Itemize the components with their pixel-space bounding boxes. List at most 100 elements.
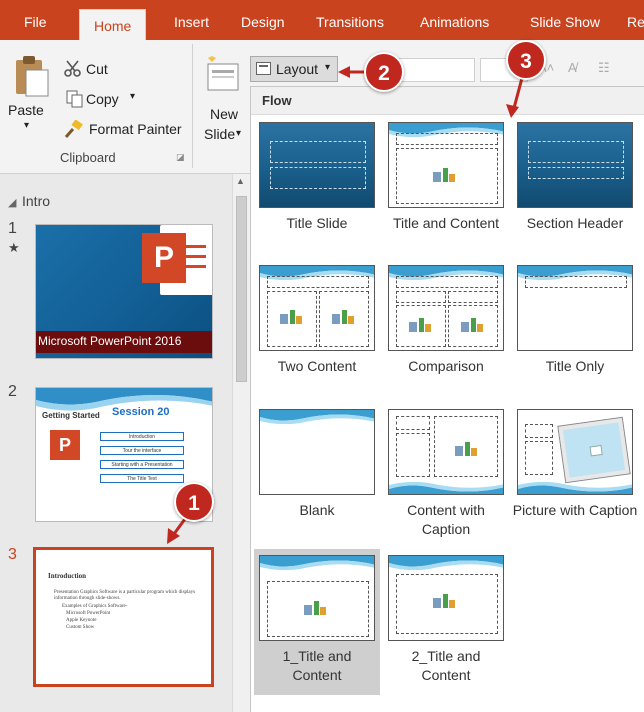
- slide-thumbnail-3[interactable]: Introduction Presentation Graphics Softw…: [33, 547, 214, 687]
- new-slide-icon: [207, 56, 239, 91]
- callout-badge-3: 3: [506, 40, 546, 80]
- format-painter-label: Format Painter: [89, 121, 182, 137]
- layout-icon: [256, 62, 271, 75]
- scrollbar-thumb[interactable]: [236, 196, 247, 382]
- clipboard-group-label: Clipboard: [60, 150, 116, 165]
- layout-dropdown[interactable]: Layout ▾: [250, 56, 338, 82]
- slide-number: 3: [8, 546, 17, 563]
- slide-number: 2: [8, 383, 17, 400]
- new-slide-label: New: [210, 106, 239, 122]
- content-placeholder-icon: [332, 310, 354, 326]
- collapse-triangle-icon[interactable]: ◢: [8, 196, 16, 209]
- tab-review[interactable]: Re: [627, 0, 644, 40]
- layout-label: Title Slide: [286, 215, 348, 231]
- layout-label: Picture with Caption: [512, 502, 638, 518]
- thumbnail-scrollbar[interactable]: ▲: [232, 174, 250, 712]
- gallery-theme-title: Flow: [251, 87, 644, 115]
- new-slide-button[interactable]: New Slide ▾: [198, 48, 244, 158]
- content-placeholder-icon: [433, 594, 455, 610]
- slide-2-ppt-icon: P: [50, 430, 80, 460]
- clipboard-icon: [16, 56, 49, 97]
- slide-2-item: Starting with a Presentation: [100, 460, 184, 469]
- ribbon-tab-bar: File Home Insert Design Transitions Anim…: [0, 0, 644, 40]
- copy-button[interactable]: Copy ▾: [66, 88, 150, 110]
- powerpoint-logo-icon: P: [142, 225, 212, 295]
- layout-title-slide[interactable]: Title Slide: [254, 116, 380, 258]
- bullets-icon[interactable]: ☷: [598, 60, 610, 76]
- slide-thumbnail-1[interactable]: P Microsoft PowerPoint 2016: [35, 224, 213, 359]
- tab-insert[interactable]: Insert: [174, 0, 209, 40]
- content-placeholder-icon: [461, 318, 483, 334]
- tab-design[interactable]: Design: [241, 0, 285, 40]
- layout-label: Title Only: [545, 358, 605, 374]
- tab-animations[interactable]: Animations: [420, 0, 489, 40]
- callout-badge-1: 1: [174, 482, 214, 522]
- slide-1-caption: Microsoft PowerPoint 2016: [38, 334, 182, 348]
- slide-number: 1: [8, 220, 17, 237]
- layout-2-title-and-content[interactable]: 2_Title and Content: [383, 549, 509, 695]
- layout-label: 2_Title and Content: [411, 648, 481, 683]
- slide-2-item: The Title Text: [100, 474, 184, 483]
- layout-section-header[interactable]: Section Header: [512, 116, 638, 258]
- slide-3-subbullet: Microsoft PowerPoint: [66, 611, 111, 616]
- layout-gallery: Flow Title Slide Title and Content Secti…: [250, 86, 644, 712]
- slide-thumbnail-pane: ◢ Intro 1 ★ P Microsoft PowerPoint 2016 …: [0, 174, 250, 712]
- tab-transitions[interactable]: Transitions: [316, 0, 384, 40]
- layout-1-title-and-content[interactable]: 1_Title and Content: [254, 549, 380, 695]
- layout-two-content[interactable]: Two Content: [254, 259, 380, 401]
- content-placeholder-icon: [409, 318, 431, 334]
- chevron-down-icon: ▾: [24, 120, 30, 131]
- picture-placeholder: [558, 417, 630, 483]
- group-divider: [192, 44, 193, 168]
- copy-icon: [66, 90, 83, 108]
- layout-label: Title and Content: [392, 215, 500, 231]
- cut-button[interactable]: Cut: [64, 58, 134, 80]
- tab-file[interactable]: File: [24, 0, 47, 40]
- slide-3-subbullet: Apple Keynote: [66, 618, 97, 623]
- layout-comparison[interactable]: Comparison: [383, 259, 509, 401]
- paintbrush-icon: [64, 120, 83, 138]
- section-label[interactable]: Intro: [22, 193, 50, 209]
- slide-2-title: Getting Started: [42, 411, 100, 420]
- chevron-down-icon: ▾: [236, 128, 242, 139]
- chevron-down-icon: ▾: [325, 62, 331, 73]
- clear-format-icon[interactable]: A̸: [568, 60, 577, 75]
- layout-label: 1_Title and Content: [282, 648, 352, 683]
- content-placeholder-icon: [455, 442, 477, 458]
- format-painter-button[interactable]: Format Painter: [64, 118, 184, 140]
- copy-label: Copy: [86, 91, 119, 107]
- layout-label: Section Header: [526, 215, 624, 231]
- content-placeholder-icon: [433, 168, 455, 184]
- content-placeholder-icon: [280, 310, 302, 326]
- scroll-up-icon[interactable]: ▲: [236, 176, 245, 186]
- dialog-launcher-icon[interactable]: ◪: [176, 152, 185, 163]
- layout-label: Two Content: [277, 358, 357, 374]
- layout-title-only[interactable]: Title Only: [512, 259, 638, 401]
- slide-3-subbullet: Examples of Graphics Software-: [62, 604, 128, 609]
- layout-label: Comparison: [408, 358, 484, 374]
- slide-3-title: Introduction: [48, 572, 86, 580]
- cut-label: Cut: [86, 61, 108, 77]
- layout-blank[interactable]: Blank: [254, 403, 380, 545]
- layout-picture-with-caption[interactable]: Picture with Caption: [512, 403, 638, 545]
- star-icon: ★: [8, 240, 20, 255]
- layout-label: Blank: [299, 502, 335, 518]
- paste-label: Paste: [8, 102, 44, 118]
- scissors-icon: [64, 60, 81, 77]
- slide-2-item: Introduction: [100, 432, 184, 441]
- callout-badge-2: 2: [364, 52, 404, 92]
- slide-2-item: Tour the interface: [100, 446, 184, 455]
- layout-content-with-caption[interactable]: Content with Caption: [383, 403, 509, 545]
- paste-button[interactable]: Paste ▾: [6, 48, 54, 148]
- slide-3-subbullet: Custom Show: [66, 625, 95, 630]
- layout-title-and-content[interactable]: Title and Content: [383, 116, 509, 258]
- slide-3-bullet: Presentation Graphics Software is a part…: [54, 590, 196, 601]
- tab-home[interactable]: Home: [79, 9, 147, 40]
- layout-label: Layout: [276, 61, 319, 77]
- new-slide-label-2: Slide: [204, 126, 236, 142]
- chevron-down-icon: ▾: [130, 91, 136, 102]
- tab-slide-show[interactable]: Slide Show: [530, 0, 600, 40]
- layout-label: Content with Caption: [407, 502, 485, 537]
- content-placeholder-icon: [304, 601, 326, 617]
- slide-2-session: Session 20: [112, 406, 170, 418]
